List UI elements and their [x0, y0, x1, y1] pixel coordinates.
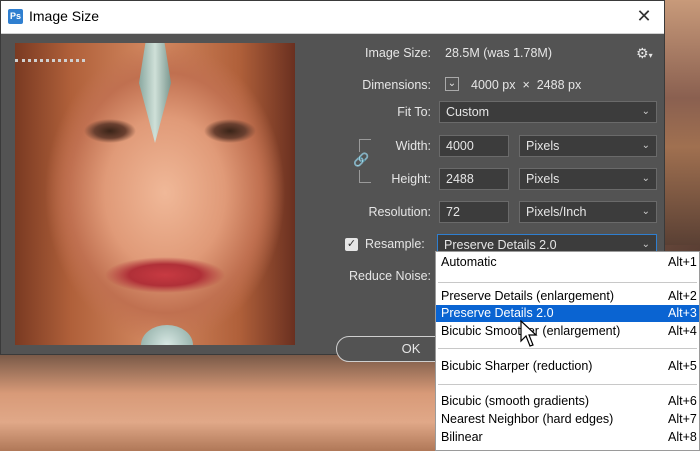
resample-label: Resample:	[365, 237, 425, 251]
dialog-title: Image Size	[29, 8, 100, 24]
background-photo-bottom	[0, 355, 440, 451]
height-input[interactable]: 2488	[439, 168, 509, 190]
photoshop-icon: Ps	[8, 9, 23, 24]
image-preview[interactable]	[15, 43, 295, 345]
menu-item-bicubic[interactable]: Bicubic (smooth gradients) Alt+6	[436, 393, 699, 410]
width-unit-dropdown[interactable]: Pixels ⌄	[519, 135, 657, 157]
resample-checkbox[interactable]: ✓	[345, 238, 358, 251]
dimensions-value: 4000 px × 2488 px	[471, 78, 582, 92]
height-label: Height:	[391, 172, 431, 186]
gear-icon[interactable]: ⚙▾	[636, 45, 653, 62]
fit-to-value: Custom	[446, 105, 490, 119]
menu-item-nearest-neighbor[interactable]: Nearest Neighbor (hard edges) Alt+7	[436, 411, 699, 428]
width-unit-value: Pixels	[526, 139, 560, 153]
link-chain-icon[interactable]: 🔗	[353, 152, 369, 170]
title-bar: Ps Image Size ✕	[1, 1, 664, 34]
menu-separator	[438, 282, 697, 283]
background-photo-right	[664, 0, 700, 245]
menu-item-automatic[interactable]: Automatic Alt+1	[436, 254, 699, 271]
chevron-down-icon: ⌄	[641, 173, 650, 184]
menu-separator	[438, 348, 697, 349]
resolution-unit-value: Pixels/Inch	[526, 205, 587, 219]
dimensions-label: Dimensions:	[362, 78, 431, 92]
width-label: Width:	[395, 139, 431, 153]
dimensions-toggle-chevron-icon[interactable]: ⌄	[445, 77, 459, 91]
image-size-value: 28.5M (was 1.78M)	[445, 46, 552, 60]
reduce-noise-label: Reduce Noise:	[349, 269, 431, 283]
chevron-down-icon: ⌄	[641, 140, 650, 151]
gem-decoration	[139, 43, 171, 143]
resolution-label: Resolution:	[368, 205, 431, 219]
close-icon[interactable]: ✕	[634, 6, 654, 27]
image-size-label: Image Size:	[364, 46, 431, 60]
height-unit-value: Pixels	[526, 172, 560, 186]
menu-item-bilinear[interactable]: Bilinear Alt+8	[436, 429, 699, 446]
menu-item-preserve-details[interactable]: Preserve Details (enlargement) Alt+2	[436, 288, 699, 305]
chevron-down-icon: ⌄	[641, 106, 650, 117]
menu-item-preserve-details-2[interactable]: Preserve Details 2.0 Alt+3	[436, 305, 699, 322]
height-unit-dropdown[interactable]: Pixels ⌄	[519, 168, 657, 190]
resolution-unit-dropdown[interactable]: Pixels/Inch ⌄	[519, 201, 657, 223]
width-input[interactable]: 4000	[439, 135, 509, 157]
fit-to-dropdown[interactable]: Custom ⌄	[439, 101, 657, 123]
chain-decoration	[15, 45, 85, 62]
resample-menu: Automatic Alt+1 Preserve Details (enlarge…	[435, 251, 700, 451]
menu-item-bicubic-smoother[interactable]: Bicubic Smoother (enlargement) Alt+4	[436, 323, 699, 340]
pendant-decoration	[141, 325, 193, 345]
menu-separator	[438, 384, 697, 385]
fit-to-label: Fit To:	[397, 105, 431, 119]
menu-item-bicubic-sharper[interactable]: Bicubic Sharper (reduction) Alt+5	[436, 358, 699, 375]
chevron-down-icon: ⌄	[641, 206, 650, 217]
resample-value: Preserve Details 2.0	[444, 238, 557, 252]
resolution-input[interactable]: 72	[439, 201, 509, 223]
